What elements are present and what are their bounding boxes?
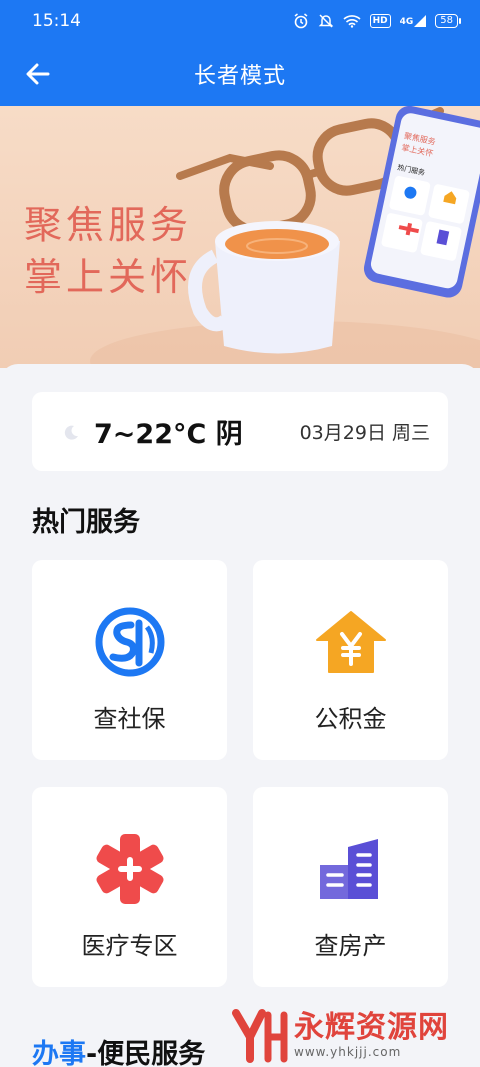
status-time: 15:14 <box>32 11 81 31</box>
hot-services-title: 热门服务 <box>32 507 140 538</box>
building-icon <box>314 832 388 906</box>
watermark: 永辉资源网 www.yhkjjj.com <box>232 1006 462 1064</box>
cell-signal-icon: 4G <box>400 15 427 27</box>
battery-icon: 58 <box>435 14 461 28</box>
hd-badge: HD <box>369 14 391 28</box>
service-card-social-security[interactable]: 查社保 <box>32 560 227 760</box>
service-label: 医疗专区 <box>81 932 178 960</box>
network-type: 4G <box>399 17 414 27</box>
social-security-icon <box>93 605 167 679</box>
nav-bar: 长者模式 <box>0 42 480 106</box>
main-content: 7~22°C 阴 03月29日 周三 热门服务 查社保 公积金 医疗专区 查房产… <box>0 364 480 1067</box>
watermark-url: www.yhkjjj.com <box>294 1045 402 1059</box>
housing-fund-icon <box>314 605 388 679</box>
status-icons: HD 4G 58 <box>293 13 461 29</box>
weather-card[interactable]: 7~22°C 阴 03月29日 周三 <box>32 392 448 471</box>
mute-bell-icon <box>318 14 333 28</box>
service-label: 查房产 <box>314 932 387 960</box>
banner[interactable]: 聚焦服务 掌上关怀 热门服务 聚焦服务 掌上关怀 <box>0 106 480 368</box>
weather-date: 03月29日 周三 <box>299 422 430 444</box>
wifi-icon <box>343 15 361 28</box>
service-card-medical[interactable]: 医疗专区 <box>32 787 227 987</box>
service-card-property[interactable]: 查房产 <box>253 787 448 987</box>
service-label: 查社保 <box>93 705 166 733</box>
service-card-housing-fund[interactable]: 公积金 <box>253 560 448 760</box>
convenience-title-accent: 办事 <box>32 1039 86 1067</box>
service-label: 公积金 <box>314 705 387 733</box>
banner-slogan-line2: 掌上关怀 <box>24 255 193 299</box>
moon-icon <box>64 425 78 440</box>
medical-cross-icon <box>93 832 167 906</box>
weather-temperature: 7~22°C 阴 <box>94 419 243 450</box>
banner-slogan-line1: 聚焦服务 <box>24 203 193 247</box>
back-arrow-icon <box>26 63 50 85</box>
alarm-icon <box>294 13 308 29</box>
convenience-title-rest: -便民服务 <box>86 1039 206 1067</box>
page-title: 长者模式 <box>193 64 286 89</box>
watermark-name: 永辉资源网 <box>294 1010 449 1045</box>
watermark-logo-icon <box>232 1009 288 1063</box>
status-bar: 15:14 HD 4G 58 <box>0 0 480 42</box>
back-button[interactable] <box>18 56 58 92</box>
convenience-services-title: 办事-便民服务 <box>32 1032 205 1067</box>
